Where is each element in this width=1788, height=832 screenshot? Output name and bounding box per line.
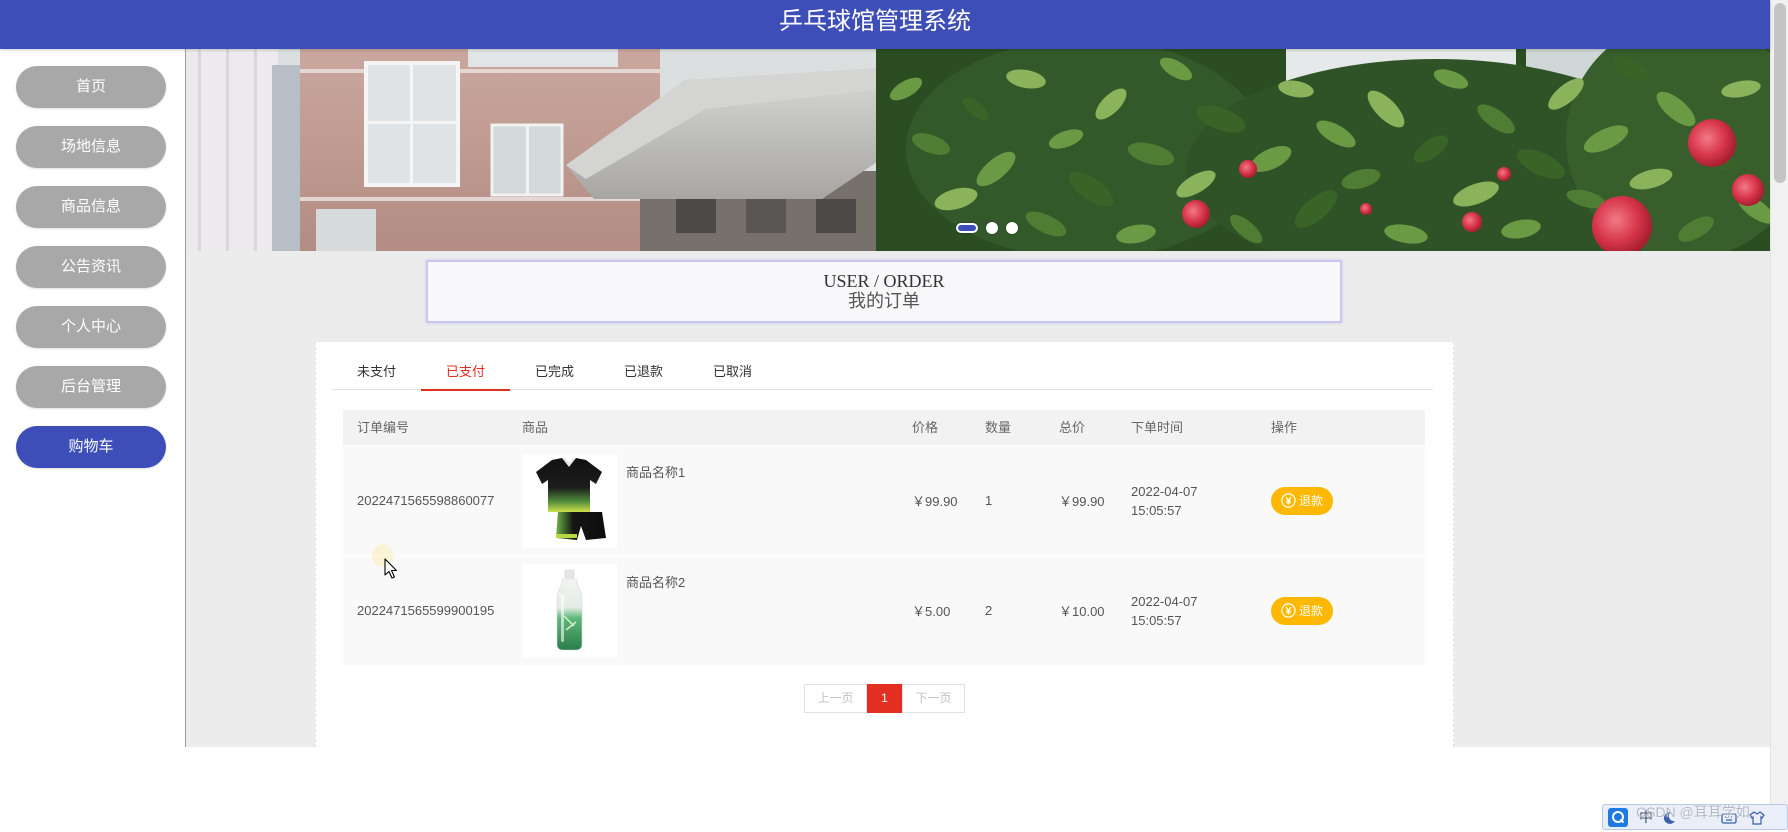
product-cell: 商品名称1 <box>508 453 898 548</box>
sidebar: 首页 场地信息 商品信息 公告资讯 个人中心 后台管理 购物车 <box>0 49 185 747</box>
next-page-button[interactable]: 下一页 <box>902 684 965 713</box>
column-header-product: 商品 <box>522 420 549 435</box>
orders-table: 订单编号 商品 价格 数量 总价 下单时间 操作 202247156559886… <box>343 410 1425 665</box>
app-header: 乒乓球馆管理系统 <box>0 0 1770 49</box>
sidebar-item-venue-info[interactable]: 场地信息 <box>16 126 166 168</box>
scrollbar-thumb[interactable] <box>1774 3 1786 183</box>
sidebar-item-admin[interactable]: 后台管理 <box>16 366 166 408</box>
carousel-dot-1[interactable] <box>956 223 978 233</box>
column-header-order-time: 下单时间 <box>1131 420 1184 435</box>
sidebar-item-product-info[interactable]: 商品信息 <box>16 186 166 228</box>
carousel-dot-2[interactable] <box>986 222 998 234</box>
order-time: 2022-04-07 15:05:57 <box>1131 593 1198 628</box>
table-row: 2022471565598860077 商品名称1 ￥99.90 1 ￥99.9… <box>343 445 1425 555</box>
yen-circle-icon <box>1281 493 1296 508</box>
tab-paid[interactable]: 已支付 <box>421 350 510 391</box>
total-price: ￥10.00 <box>1059 604 1105 619</box>
column-header-order-no: 订单编号 <box>357 420 410 435</box>
column-header-quantity: 数量 <box>985 420 1012 435</box>
sidebar-item-home[interactable]: 首页 <box>16 66 166 108</box>
refund-button[interactable]: 退款 <box>1271 486 1333 515</box>
order-time: 2022-04-07 15:05:57 <box>1131 483 1198 518</box>
table-header: 订单编号 商品 价格 数量 总价 下单时间 操作 <box>343 410 1425 445</box>
water-bottle-image[interactable] <box>522 563 617 658</box>
column-header-action: 操作 <box>1271 420 1298 435</box>
product-name[interactable]: 商品名称2 <box>626 574 685 592</box>
sidebar-item-personal-center[interactable]: 个人中心 <box>16 306 166 348</box>
price: ￥99.90 <box>912 494 958 509</box>
prev-page-button[interactable]: 上一页 <box>804 684 867 713</box>
sidebar-item-announcements[interactable]: 公告资讯 <box>16 246 166 288</box>
order-number: 2022471565598860077 <box>357 493 495 508</box>
yen-circle-icon <box>1281 603 1296 618</box>
quantity: 1 <box>985 493 993 508</box>
page-scrollbar[interactable] <box>1770 0 1788 830</box>
price: ￥5.00 <box>912 604 951 619</box>
csdn-watermark: CSDN @耳耳学如 <box>1636 804 1750 820</box>
shirt-skin-icon[interactable] <box>1749 810 1765 826</box>
refund-label: 退款 <box>1298 604 1323 618</box>
order-status-tabs: 未支付 已支付 已完成 已退款 已取消 <box>332 350 1433 391</box>
tab-unpaid[interactable]: 未支付 <box>332 350 421 390</box>
action-cell: 退款 <box>1257 596 1425 625</box>
pagination: 上一页 1 下一页 <box>804 684 965 713</box>
column-header-price: 价格 <box>912 420 939 435</box>
refund-label: 退款 <box>1298 494 1323 508</box>
app-title: 乒乓球馆管理系统 <box>779 8 971 35</box>
section-title-en: USER / ORDER <box>823 271 945 291</box>
tab-cancelled[interactable]: 已取消 <box>688 350 777 390</box>
banner-carousel[interactable] <box>186 49 1771 251</box>
refund-button[interactable]: 退款 <box>1271 596 1333 625</box>
section-title: USER / ORDER 我的订单 <box>426 260 1342 323</box>
action-cell: 退款 <box>1257 486 1425 515</box>
banner-image <box>186 49 1771 251</box>
carousel-dot-3[interactable] <box>1006 222 1018 234</box>
column-header-total: 总价 <box>1059 420 1086 435</box>
product-name[interactable]: 商品名称1 <box>626 464 685 482</box>
sidebar-item-cart[interactable]: 购物车 <box>16 426 166 468</box>
sportswear-set-image[interactable] <box>522 453 617 548</box>
product-cell: 商品名称2 <box>508 563 898 658</box>
order-time-cell: 2022-04-07 15:05:57 <box>1117 482 1257 520</box>
tab-completed[interactable]: 已完成 <box>510 350 599 390</box>
quantity: 2 <box>985 603 993 618</box>
order-number: 2022471565599900195 <box>357 603 495 618</box>
section-title-zh: 我的订单 <box>848 291 920 311</box>
ime-logo-icon[interactable] <box>1608 808 1628 827</box>
total-price: ￥99.90 <box>1059 494 1105 509</box>
order-time-cell: 2022-04-07 15:05:57 <box>1117 592 1257 630</box>
tab-refunded[interactable]: 已退款 <box>599 350 688 390</box>
current-page-button[interactable]: 1 <box>867 684 902 713</box>
mouse-cursor-icon <box>384 558 398 579</box>
table-row: 2022471565599900195 商品名称2 ￥5.00 2 ￥10.00… <box>343 555 1425 665</box>
